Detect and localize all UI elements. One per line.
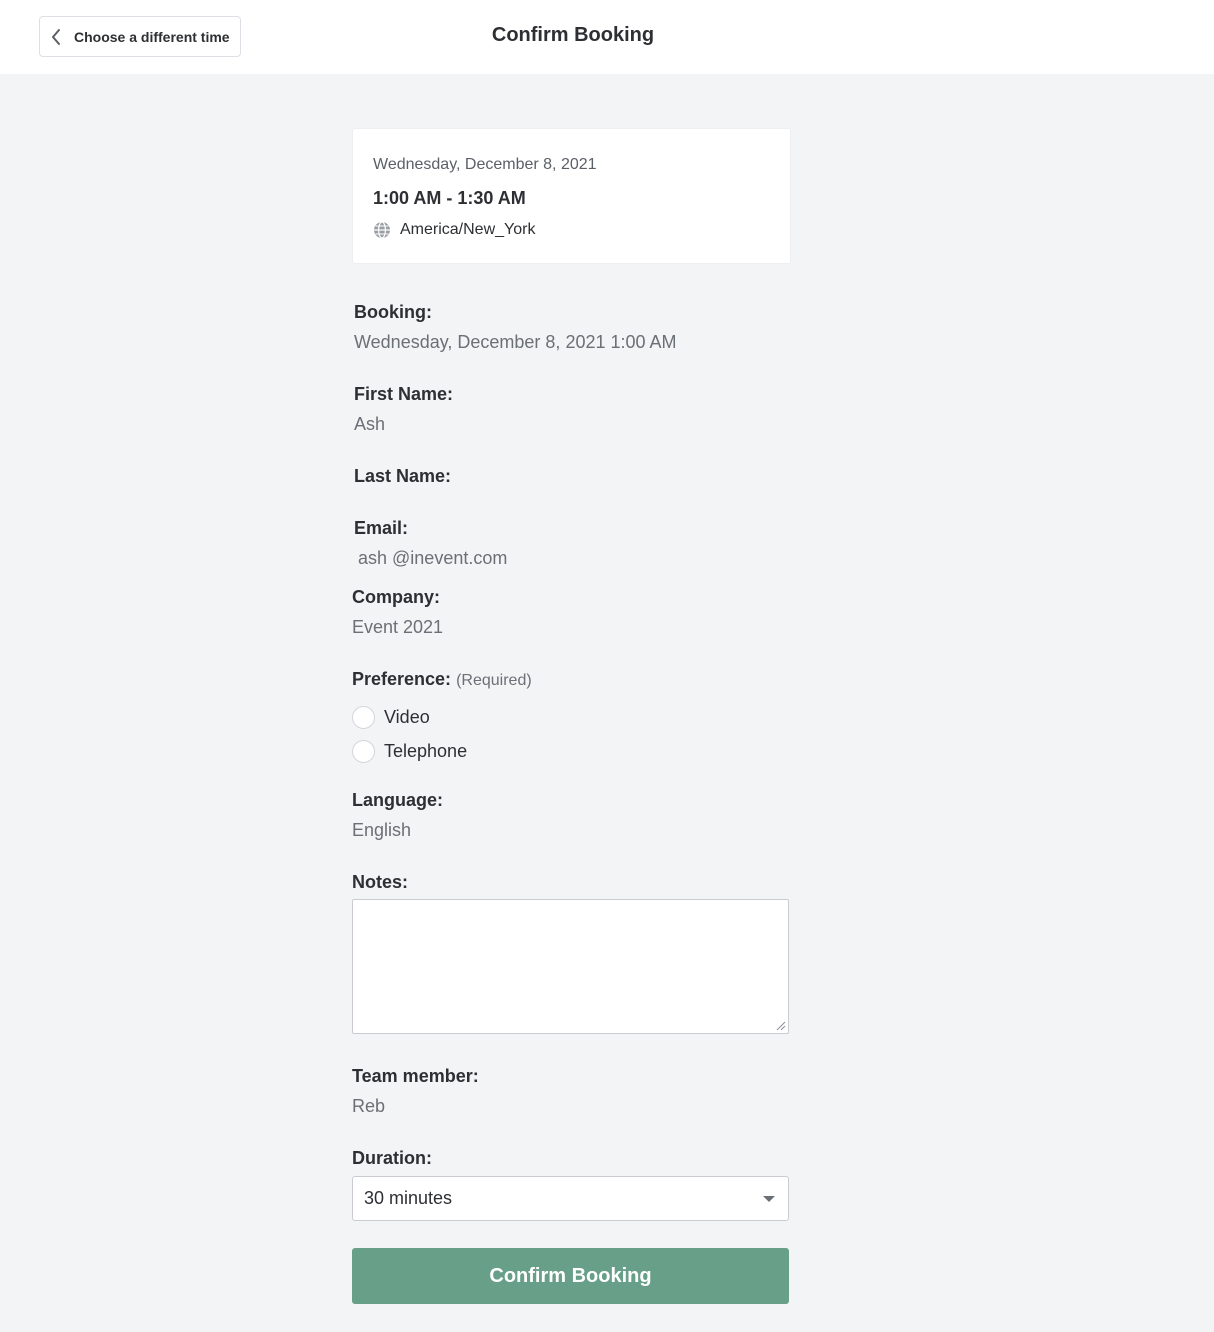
team-member-label: Team member: bbox=[352, 1066, 479, 1086]
booking-label: Booking: bbox=[354, 302, 432, 322]
last-name-label: Last Name: bbox=[354, 466, 452, 486]
preference-field: Preference: (Required) Video Telephone bbox=[352, 669, 532, 768]
required-indicator: (Required) bbox=[456, 672, 532, 689]
first-name-field: First Name: Ash bbox=[354, 384, 453, 435]
booking-field: Booking: Wednesday, December 8, 2021 1:0… bbox=[354, 302, 677, 353]
duration-selected-value: 30 minutes bbox=[364, 1188, 453, 1208]
notes-label: Notes: bbox=[352, 872, 409, 892]
timezone-label: America/New_York bbox=[400, 221, 536, 238]
caret-down-icon bbox=[763, 1196, 775, 1202]
top-header: Choose a different time Confirm Booking bbox=[0, 0, 1214, 74]
preference-option-video[interactable]: Video bbox=[352, 700, 532, 734]
notes-field-label-wrap: Notes: bbox=[352, 872, 408, 893]
language-field: Language: English bbox=[352, 790, 443, 841]
email-value: ash @inevent.com bbox=[358, 548, 508, 568]
duration-label: Duration: bbox=[352, 1148, 432, 1168]
company-field: Company: Event 2021 bbox=[352, 587, 443, 638]
team-member-field: Team member: Reb bbox=[352, 1066, 479, 1117]
first-name-label: First Name: bbox=[354, 384, 454, 404]
radio-telephone-label: Telephone bbox=[384, 740, 468, 761]
company-value: Event 2021 bbox=[352, 617, 444, 637]
email-label: Email: bbox=[354, 518, 409, 538]
resize-grip-icon[interactable] bbox=[776, 1021, 786, 1031]
language-value: English bbox=[352, 820, 412, 840]
radio-video[interactable] bbox=[352, 705, 375, 729]
duration-field: Duration: bbox=[352, 1148, 432, 1169]
company-label: Company: bbox=[352, 587, 441, 607]
language-label: Language: bbox=[352, 790, 444, 810]
globe-icon bbox=[373, 221, 391, 239]
radio-telephone[interactable] bbox=[352, 739, 375, 763]
selected-slot-card: Wednesday, December 8, 2021 1:00 AM - 1:… bbox=[352, 128, 791, 264]
preference-option-telephone[interactable]: Telephone bbox=[352, 734, 532, 768]
page-title: Confirm Booking bbox=[491, 24, 655, 46]
preference-label-row: Preference: (Required) bbox=[352, 669, 532, 690]
booking-value: Wednesday, December 8, 2021 1:00 AM bbox=[354, 332, 677, 352]
duration-select[interactable]: 30 minutes bbox=[352, 1176, 789, 1221]
first-name-value: Ash bbox=[354, 414, 386, 434]
team-member-value: Reb bbox=[352, 1096, 386, 1116]
slot-timezone: America/New_York bbox=[373, 221, 535, 239]
slot-time: 1:00 AM - 1:30 AM bbox=[373, 188, 526, 208]
slot-date: Wednesday, December 8, 2021 bbox=[373, 156, 597, 173]
radio-video-label: Video bbox=[384, 706, 430, 727]
preference-label: Preference: bbox=[352, 669, 452, 689]
preference-options: Video Telephone bbox=[352, 700, 532, 768]
notes-textarea[interactable] bbox=[352, 899, 789, 1034]
last-name-field: Last Name: bbox=[354, 466, 451, 496]
email-field: Email: ash @inevent.com bbox=[354, 518, 507, 569]
confirm-booking-button[interactable]: Confirm Booking bbox=[352, 1248, 789, 1304]
